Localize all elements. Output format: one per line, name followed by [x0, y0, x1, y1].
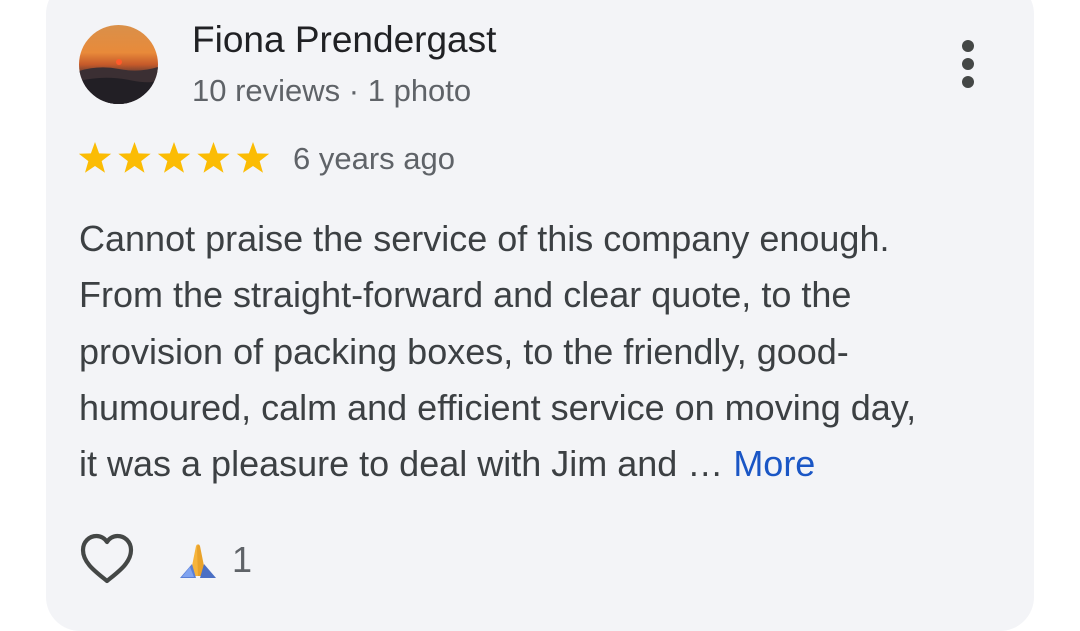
more-vert-icon — [946, 36, 990, 94]
author-name[interactable]: Fiona Prendergast — [192, 18, 496, 62]
star-icon — [79, 142, 112, 173]
review-text: Cannot praise the service of this compan… — [79, 211, 1019, 492]
review-text-line: provision of packing boxes, to the frien… — [79, 330, 849, 372]
review-text-line: From the straight-forward and clear quot… — [79, 274, 852, 316]
folded-hands-icon — [176, 540, 220, 580]
star-icon — [157, 142, 191, 173]
star-rating — [79, 138, 273, 178]
star-icon — [236, 142, 270, 173]
review-text-line: Cannot praise the service of this compan… — [79, 218, 890, 259]
author-avatar[interactable] — [79, 25, 158, 104]
more-options-button[interactable] — [946, 36, 990, 94]
review-date: 6 years ago — [293, 141, 455, 176]
heart-outline-icon — [78, 531, 136, 587]
review-text-line-last: it was a pleasure to deal with Jim and …… — [79, 436, 1019, 492]
star-icon — [118, 142, 151, 173]
more-link[interactable]: More — [733, 443, 815, 484]
author-meta: 10 reviews · 1 photo — [192, 73, 472, 108]
like-button[interactable] — [78, 531, 136, 587]
reaction-count: 1 — [232, 539, 253, 580]
review-text-line: humoured, calm and efficient service on … — [79, 386, 917, 428]
star-icon — [197, 142, 230, 173]
review-text-truncated: it was a pleasure to deal with Jim and … — [79, 443, 734, 485]
